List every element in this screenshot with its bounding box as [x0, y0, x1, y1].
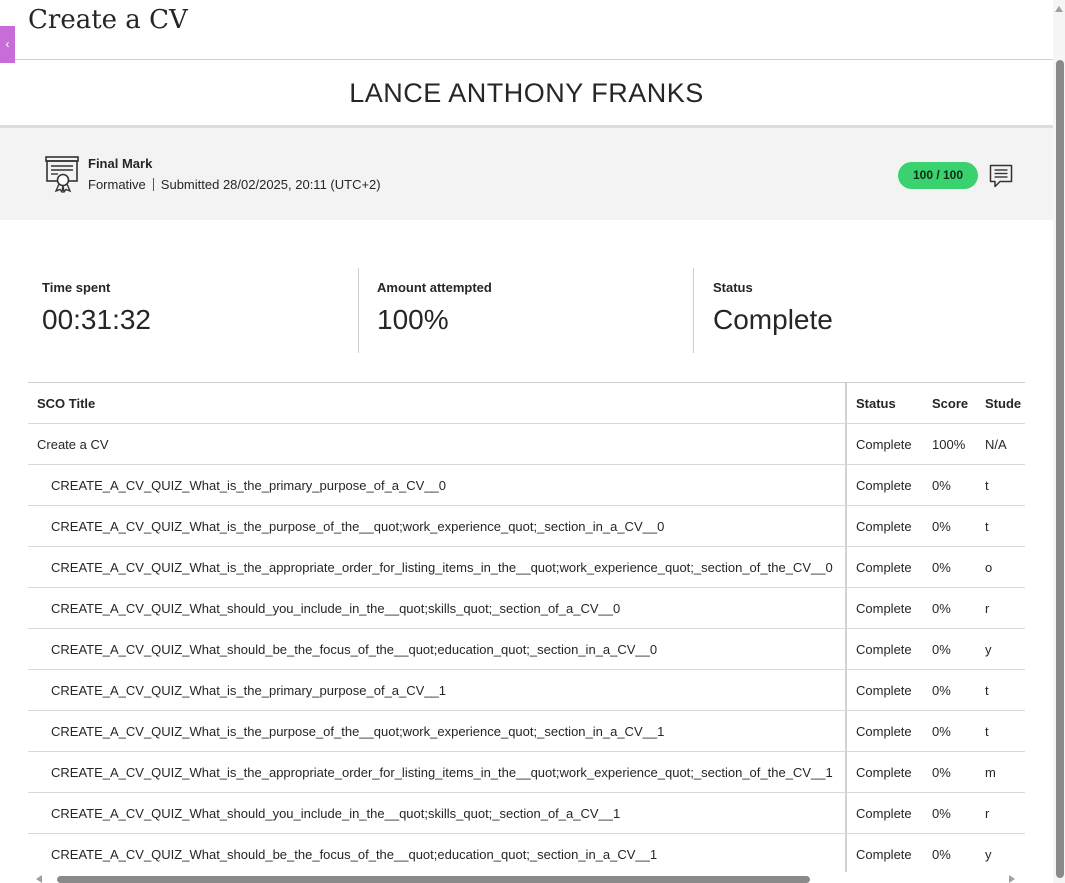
- status-cell: Complete: [846, 628, 924, 670]
- sco-title-cell: CREATE_A_CV_QUIZ_What_is_the_purpose_of_…: [28, 710, 847, 752]
- amount-attempted-value: 100%: [377, 304, 449, 335]
- table-row: CREATE_A_CV_QUIZ_What_should_you_include…: [28, 587, 1025, 629]
- grade-label: Final Mark: [88, 156, 153, 171]
- status-cell: Complete: [846, 792, 924, 834]
- student-response-cell: m: [979, 751, 1025, 793]
- student-response-cell: t: [979, 710, 1025, 752]
- student-response-cell: y: [979, 833, 1025, 872]
- student-response-cell: o: [979, 546, 1025, 588]
- assessment-type: Formative: [88, 177, 146, 192]
- column-header-student: Stude: [979, 383, 1025, 424]
- student-response-cell: t: [979, 669, 1025, 711]
- grade-summary-bar: Final Mark Formative Submitted 28/02/2025…: [0, 128, 1053, 220]
- sco-title-cell: Create a CV: [28, 423, 847, 465]
- feedback-icon[interactable]: [989, 164, 1013, 188]
- score-cell: 0%: [924, 833, 979, 872]
- student-response-cell: y: [979, 628, 1025, 670]
- sco-title-cell: CREATE_A_CV_QUIZ_What_should_be_the_focu…: [28, 628, 847, 670]
- student-response-cell: r: [979, 792, 1025, 834]
- status-cell: Complete: [846, 505, 924, 547]
- status-cell: Complete: [846, 587, 924, 629]
- sco-title-cell: CREATE_A_CV_QUIZ_What_should_you_include…: [28, 587, 847, 629]
- status-cell: Complete: [846, 464, 924, 506]
- score-cell: 0%: [924, 464, 979, 506]
- time-spent-label: Time spent: [42, 280, 111, 295]
- column-header-sco-title: SCO Title: [28, 383, 847, 424]
- table-row: CREATE_A_CV_QUIZ_What_is_the_appropriate…: [28, 751, 1025, 793]
- page-title: Create a CV: [28, 5, 188, 35]
- sco-table: SCO Title Status Score Stude Create a CV…: [28, 383, 1025, 872]
- status-cell: Complete: [846, 423, 924, 465]
- vertical-scrollbar[interactable]: [1053, 0, 1065, 883]
- table-row: Create a CV Complete 100% N/A: [28, 423, 1025, 465]
- table-row: CREATE_A_CV_QUIZ_What_should_you_include…: [28, 792, 1025, 834]
- score-cell: 0%: [924, 751, 979, 793]
- amount-attempted-label: Amount attempted: [377, 280, 492, 295]
- score-cell: 0%: [924, 710, 979, 752]
- score-cell: 0%: [924, 505, 979, 547]
- sco-title-cell: CREATE_A_CV_QUIZ_What_is_the_purpose_of_…: [28, 505, 847, 547]
- attempt-stats: Time spent 00:31:32 Amount attempted 100…: [0, 268, 1053, 353]
- score-cell: 0%: [924, 669, 979, 711]
- sco-title-cell: CREATE_A_CV_QUIZ_What_is_the_primary_pur…: [28, 464, 847, 506]
- score-cell: 0%: [924, 587, 979, 629]
- scroll-right-icon[interactable]: [1009, 875, 1015, 883]
- table-header-row: SCO Title Status Score Stude: [28, 383, 1025, 424]
- score-cell: 0%: [924, 546, 979, 588]
- sco-title-cell: CREATE_A_CV_QUIZ_What_is_the_appropriate…: [28, 546, 847, 588]
- grade-score-pill[interactable]: 100 / 100: [898, 162, 978, 189]
- status-value: Complete: [713, 304, 833, 335]
- time-spent-value: 00:31:32: [42, 304, 151, 335]
- table-row: CREATE_A_CV_QUIZ_What_should_be_the_focu…: [28, 628, 1025, 670]
- sco-title-cell: CREATE_A_CV_QUIZ_What_is_the_primary_pur…: [28, 669, 847, 711]
- status-cell: Complete: [846, 710, 924, 752]
- horizontal-scrollbar[interactable]: [28, 874, 1025, 883]
- status-cell: Complete: [846, 833, 924, 872]
- table-row: CREATE_A_CV_QUIZ_What_is_the_purpose_of_…: [28, 505, 1025, 547]
- status-label: Status: [713, 280, 753, 295]
- student-response-cell: t: [979, 464, 1025, 506]
- score-cell: 100%: [924, 423, 979, 465]
- scroll-left-icon[interactable]: [36, 875, 42, 883]
- student-response-cell: t: [979, 505, 1025, 547]
- score-cell: 0%: [924, 792, 979, 834]
- student-response-cell: r: [979, 587, 1025, 629]
- back-button[interactable]: ‹: [0, 26, 15, 63]
- submitted-date: Submitted 28/02/2025, 20:11 (UTC+2): [160, 177, 381, 192]
- sco-title-cell: CREATE_A_CV_QUIZ_What_should_be_the_focu…: [28, 833, 847, 872]
- table-row: CREATE_A_CV_QUIZ_What_should_be_the_focu…: [28, 833, 1025, 872]
- column-header-score: Score: [924, 383, 979, 424]
- sco-table-container[interactable]: SCO Title Status Score Stude Create a CV…: [28, 382, 1025, 872]
- stat-divider: [358, 268, 359, 353]
- student-response-cell: N/A: [979, 423, 1025, 465]
- grade-meta: Formative Submitted 28/02/2025, 20:11 (UT…: [88, 177, 381, 192]
- horizontal-scroll-thumb[interactable]: [57, 876, 810, 883]
- certificate-icon: [45, 156, 79, 193]
- stat-divider: [693, 268, 694, 353]
- score-cell: 0%: [924, 628, 979, 670]
- separator: [152, 178, 154, 191]
- table-row: CREATE_A_CV_QUIZ_What_is_the_primary_pur…: [28, 669, 1025, 711]
- table-row: CREATE_A_CV_QUIZ_What_is_the_appropriate…: [28, 546, 1025, 588]
- vertical-scroll-thumb[interactable]: [1056, 60, 1064, 878]
- column-header-status: Status: [846, 383, 924, 424]
- page-header: ‹ Create a CV: [0, 0, 1053, 63]
- student-name: LANCE ANTHONY FRANKS: [349, 78, 704, 108]
- status-cell: Complete: [846, 669, 924, 711]
- table-row: CREATE_A_CV_QUIZ_What_is_the_purpose_of_…: [28, 710, 1025, 752]
- sco-title-cell: CREATE_A_CV_QUIZ_What_is_the_appropriate…: [28, 751, 847, 793]
- sco-title-cell: CREATE_A_CV_QUIZ_What_should_you_include…: [28, 792, 847, 834]
- table-row: CREATE_A_CV_QUIZ_What_is_the_primary_pur…: [28, 464, 1025, 506]
- status-cell: Complete: [846, 751, 924, 793]
- scroll-up-icon[interactable]: [1055, 6, 1063, 12]
- status-cell: Complete: [846, 546, 924, 588]
